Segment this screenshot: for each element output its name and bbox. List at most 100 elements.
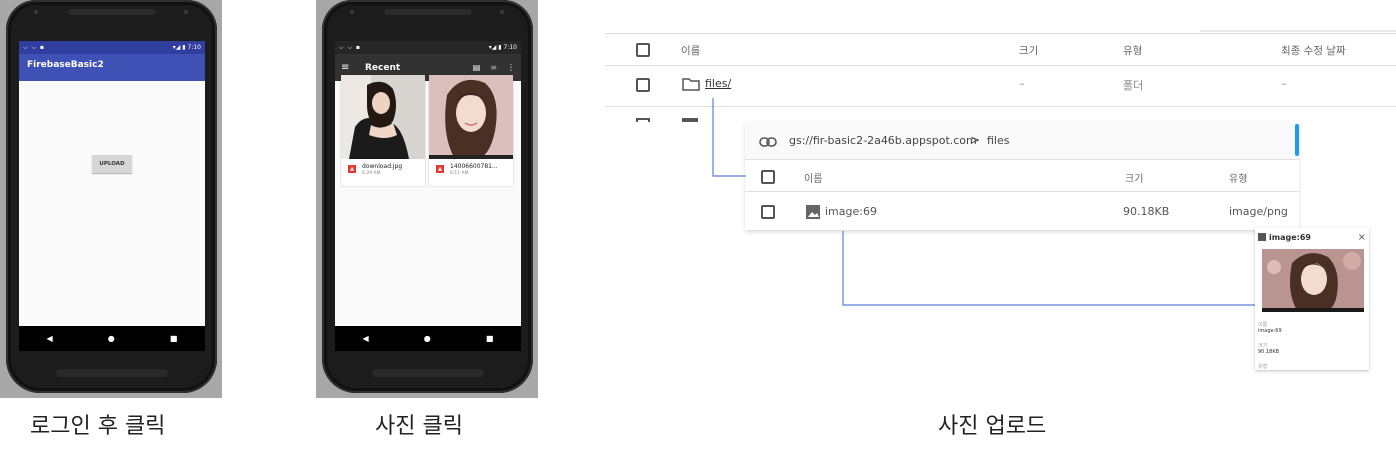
app-title: FirebaseBasic2 [27, 60, 104, 70]
image-file-icon: ▲ [436, 165, 444, 173]
list-view-icon[interactable]: ▤ [473, 63, 481, 72]
notification-icons: ⌵ ⌵ ▪ [23, 43, 45, 51]
phone-sensor-dot [184, 10, 188, 14]
sort-icon[interactable]: ≡ [490, 63, 497, 72]
caption-login: 로그인 후 클릭 [30, 414, 166, 439]
path-bar: gs://fir-basic2-2a46b.appspot.com > file… [745, 122, 1299, 160]
header-accent-line [1200, 30, 1396, 32]
meta-size-label: 크기 [1258, 343, 1268, 349]
photo-thumbnail [341, 75, 425, 159]
file-preview-panel: image:69 × 이름 image:69 크기 90.18KB 유형 [1255, 228, 1369, 370]
file-name: download.jpg [362, 163, 403, 170]
file-name: 14006600781... [450, 163, 498, 170]
table-row[interactable]: files/ – 폴더 – [605, 76, 1396, 94]
phone-speaker [68, 9, 156, 15]
image-icon [1258, 233, 1266, 241]
signal-icon: ▾◢ ▮ [488, 44, 504, 51]
next-row-icon-edge [682, 118, 698, 122]
table-header: 이름 크기 유형 [745, 169, 1299, 185]
preview-image [1262, 249, 1364, 312]
breadcrumb-separator: > [970, 133, 981, 147]
meta-size-value: 90.18KB [1258, 349, 1280, 355]
recents-icon[interactable]: ■ [170, 334, 178, 343]
caption-photo-click: 사진 클릭 [375, 414, 463, 439]
status-bar: ⌵ ⌵ ▪ ▾◢ ▮ 7:10 [19, 41, 205, 54]
status-time: 7:10 [187, 44, 201, 51]
folder-name-link[interactable]: files/ [705, 77, 731, 90]
folder-modified: – [1281, 77, 1287, 90]
file-size: 90.18KB [1123, 205, 1170, 218]
home-icon[interactable]: ● [424, 334, 431, 343]
phone-chin [372, 369, 484, 377]
column-modified[interactable]: 최종 수정 날짜 [1281, 43, 1346, 58]
preview-title: image:69 [1269, 232, 1311, 242]
phone-body: ⌵ ⌵ ▪ ▾◢ ▮ 7:10 ≡ Recent ▤ ≡ ⋮ ▲ downloa… [322, 0, 533, 393]
storage-files-table: gs://fir-basic2-2a46b.appspot.com > file… [745, 122, 1299, 230]
folder-icon [682, 77, 700, 94]
phone-body: ⌵ ⌵ ▪ ▾◢ ▮ 7:10 FirebaseBasic2 UPLOAD ◀ … [6, 0, 217, 393]
scrollbar[interactable] [1295, 124, 1299, 156]
column-type[interactable]: 유형 [1229, 170, 1247, 185]
current-folder[interactable]: files [987, 134, 1009, 147]
row-checkbox[interactable] [761, 205, 775, 219]
status-bar: ⌵ ⌵ ▪ ▾◢ ▮ 7:10 [335, 41, 521, 54]
home-icon[interactable]: ● [108, 334, 115, 343]
hamburger-menu-icon[interactable]: ≡ [341, 62, 365, 73]
recents-icon[interactable]: ■ [486, 334, 494, 343]
row-divider [605, 106, 1396, 107]
column-size[interactable]: 크기 [1019, 43, 1038, 58]
meta-type-label: 유형 [1258, 364, 1268, 370]
phone-camera-dot [34, 10, 38, 14]
storage-root-table: 이름 크기 유형 최종 수정 날짜 files/ – 폴더 – [605, 30, 1396, 122]
phone-screenshot-login: ⌵ ⌵ ▪ ▾◢ ▮ 7:10 FirebaseBasic2 UPLOAD ◀ … [0, 0, 222, 398]
row-divider [745, 191, 1299, 192]
top-border [605, 33, 1396, 34]
file-connector-line [842, 231, 1255, 306]
app-toolbar: FirebaseBasic2 [19, 54, 205, 81]
picker-title: Recent [365, 62, 401, 73]
folder-size: – [1019, 77, 1025, 90]
folder-type: 폴더 [1123, 79, 1144, 92]
file-type: image/png [1229, 205, 1288, 218]
file-time: 6:11 AM [450, 171, 469, 176]
phone-screen: ⌵ ⌵ ▪ ▾◢ ▮ 7:10 ≡ Recent ▤ ≡ ⋮ ▲ downloa… [335, 41, 521, 351]
column-size[interactable]: 크기 [1125, 170, 1143, 185]
photo-thumbnail [429, 75, 513, 159]
table-row[interactable]: image:69 90.18KB image/png [745, 203, 1299, 221]
bucket-path[interactable]: gs://fir-basic2-2a46b.appspot.com [789, 134, 977, 147]
phone-camera-dot [350, 10, 354, 14]
signal-icon: ▾◢ ▮ [172, 44, 188, 51]
file-time: 6:29 AM [362, 171, 381, 176]
link-icon[interactable] [759, 133, 777, 152]
file-name[interactable]: image:69 [825, 205, 877, 218]
back-icon[interactable]: ◀ [47, 334, 53, 343]
file-tile-2[interactable]: ▲ 14006600781... 6:11 AM [429, 75, 513, 186]
file-tile-1[interactable]: ▲ download.jpg 6:29 AM [341, 75, 425, 186]
meta-name-value: image:69 [1258, 328, 1282, 334]
image-file-icon: ▲ [348, 165, 356, 173]
status-time: 7:10 [503, 44, 517, 51]
close-icon[interactable]: × [1358, 232, 1366, 243]
next-row-checkbox-edge [636, 118, 650, 122]
phone-sensor-dot [500, 10, 504, 14]
more-vert-icon[interactable]: ⋮ [507, 63, 515, 72]
row-checkbox[interactable] [636, 78, 650, 92]
meta-name-label: 이름 [1258, 322, 1268, 328]
phone-screenshot-picker: ⌵ ⌵ ▪ ▾◢ ▮ 7:10 ≡ Recent ▤ ≡ ⋮ ▲ downloa… [316, 0, 538, 398]
image-icon [805, 204, 821, 223]
row-divider [605, 65, 1396, 66]
column-type[interactable]: 유형 [1123, 43, 1142, 58]
phone-chin [56, 369, 168, 377]
phone-screen: ⌵ ⌵ ▪ ▾◢ ▮ 7:10 FirebaseBasic2 UPLOAD ◀ … [19, 41, 205, 351]
back-icon[interactable]: ◀ [363, 334, 369, 343]
phone-speaker [384, 9, 472, 15]
preview-header: image:69 × [1258, 231, 1366, 243]
select-all-checkbox[interactable] [636, 43, 650, 57]
column-name[interactable]: 이름 [804, 170, 822, 185]
column-name[interactable]: 이름 [681, 43, 700, 58]
android-nav-bar: ◀ ● ■ [335, 326, 521, 351]
caption-photo-upload: 사진 업로드 [938, 414, 1047, 439]
select-all-checkbox[interactable] [761, 170, 775, 184]
android-nav-bar: ◀ ● ■ [19, 326, 205, 351]
upload-button[interactable]: UPLOAD [92, 155, 132, 173]
